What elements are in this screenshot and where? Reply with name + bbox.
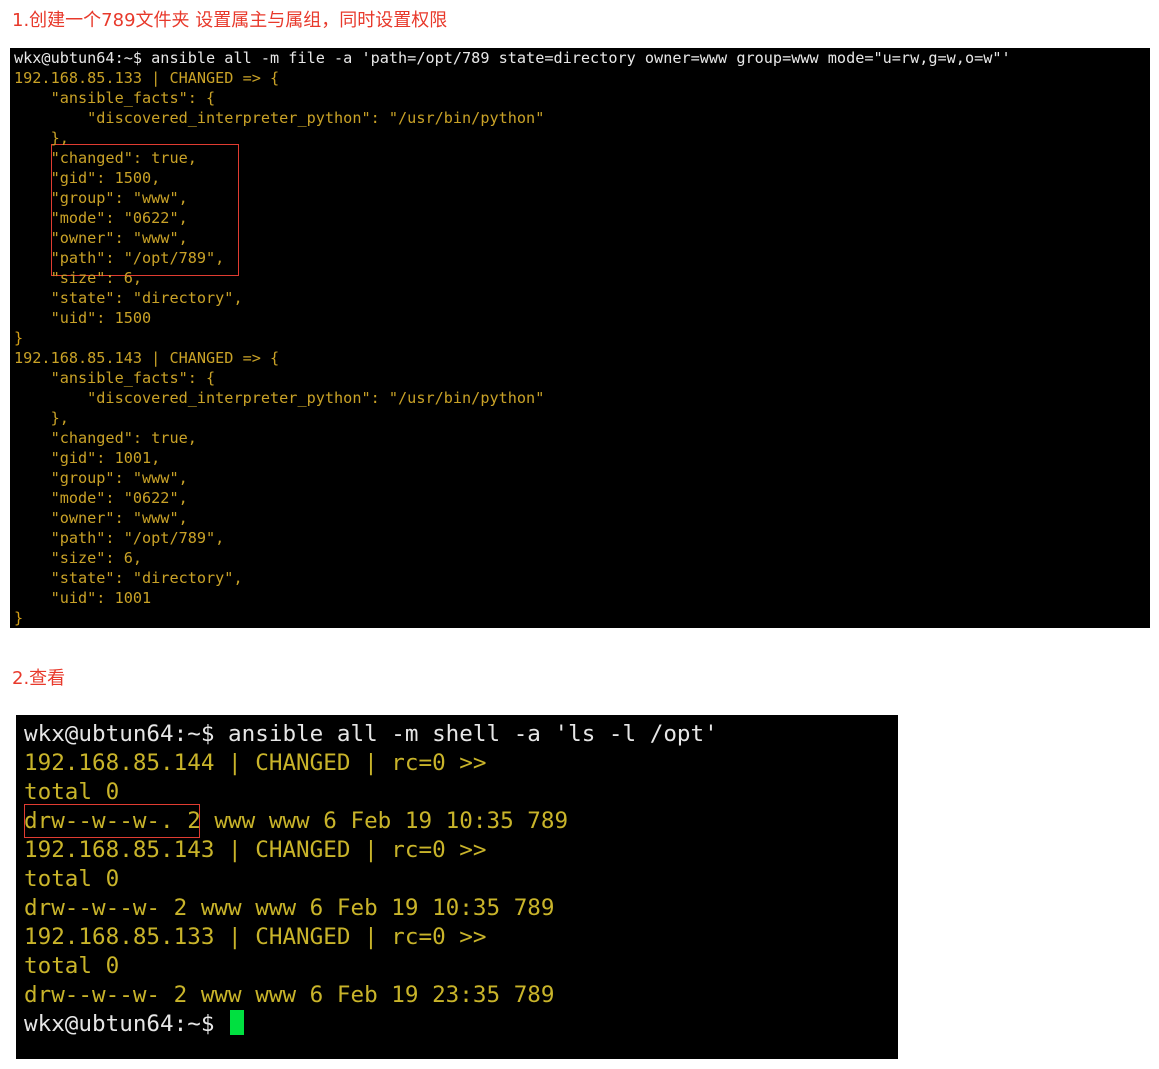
terminal-line-out: 192.168.85.143 | CHANGED | rc=0 >> [24, 837, 487, 863]
terminal-line-out: "gid": 1001, [14, 449, 161, 467]
terminal-line-cmd: wkx@ubtun64:~$ ansible all -m shell -a '… [24, 721, 718, 747]
terminal-line-out: "state": "directory", [14, 569, 243, 587]
terminal-line-out: "state": "directory", [14, 289, 243, 307]
step-2-heading: 2.查看 [12, 668, 66, 689]
terminal-line-out: "mode": "0622", [14, 209, 188, 227]
terminal-line-out: "gid": 1500, [14, 169, 161, 187]
terminal-window-shell-ls[interactable]: wkx@ubtun64:~$ ansible all -m shell -a '… [16, 715, 898, 1059]
terminal-line-out: "size": 6, [14, 269, 143, 287]
terminal-line-out: "uid": 1500 [14, 309, 152, 327]
terminal-line-out: "owner": "www", [14, 509, 188, 527]
terminal-line-out: 192.168.85.133 | CHANGED | rc=0 >> [24, 924, 487, 950]
terminal-window-file-module[interactable]: wkx@ubtun64:~$ ansible all -m file -a 'p… [10, 48, 1150, 628]
terminal-line-out: "mode": "0622", [14, 489, 188, 507]
terminal-line-out: "path": "/opt/789", [14, 529, 225, 547]
terminal-line-out: 192.168.85.143 | CHANGED => { [14, 349, 280, 367]
terminal-line-out: "group": "www", [14, 469, 188, 487]
shell-prompt: wkx@ubtun64:~$ [24, 1010, 245, 1039]
terminal-line-out: "owner": "www", [14, 229, 188, 247]
terminal-line-out: "discovered_interpreter_python": "/usr/b… [14, 389, 545, 407]
terminal-line-out: "group": "www", [14, 189, 188, 207]
terminal-line-out: drw--w--w- 2 www www 6 Feb 19 23:35 789 [24, 982, 555, 1008]
terminal-line-out: total 0 [24, 866, 120, 892]
terminal-line-brace: } [14, 609, 24, 627]
terminal-line-out: drw--w--w- 2 www www 6 Feb 19 10:35 789 [24, 895, 555, 921]
terminal-line-out: "discovered_interpreter_python": "/usr/b… [14, 109, 545, 127]
terminal-line-cmd: wkx@ubtun64:~$ ansible all -m file -a 'p… [14, 49, 1011, 67]
terminal-line-out: 192.168.85.144 | CHANGED | rc=0 >> [24, 750, 487, 776]
terminal-line-out: }, [14, 129, 69, 147]
terminal-line-out: 192.168.85.133 | CHANGED => { [14, 69, 280, 87]
terminal-line-out: "changed": true, [14, 429, 197, 447]
terminal-line-out: total 0 [24, 779, 120, 805]
terminal-line-out: "ansible_facts": { [14, 89, 216, 107]
terminal-line-out: "uid": 1001 [14, 589, 152, 607]
terminal-line-out: "ansible_facts": { [14, 369, 216, 387]
terminal-line-out: "size": 6, [14, 549, 143, 567]
terminal-line-out: }, [14, 409, 69, 427]
terminal-line-out: total 0 [24, 953, 120, 979]
terminal-cursor-icon [230, 1010, 245, 1035]
terminal-line-out: "changed": true, [14, 149, 197, 167]
step-1-heading: 1.创建一个789文件夹 设置属主与属组，同时设置权限 [12, 10, 448, 31]
terminal-line-out: drw--w--w-. 2 www www 6 Feb 19 10:35 789 [24, 808, 569, 834]
terminal-line-brace: } [14, 329, 24, 347]
terminal-line-out: "path": "/opt/789", [14, 249, 225, 267]
